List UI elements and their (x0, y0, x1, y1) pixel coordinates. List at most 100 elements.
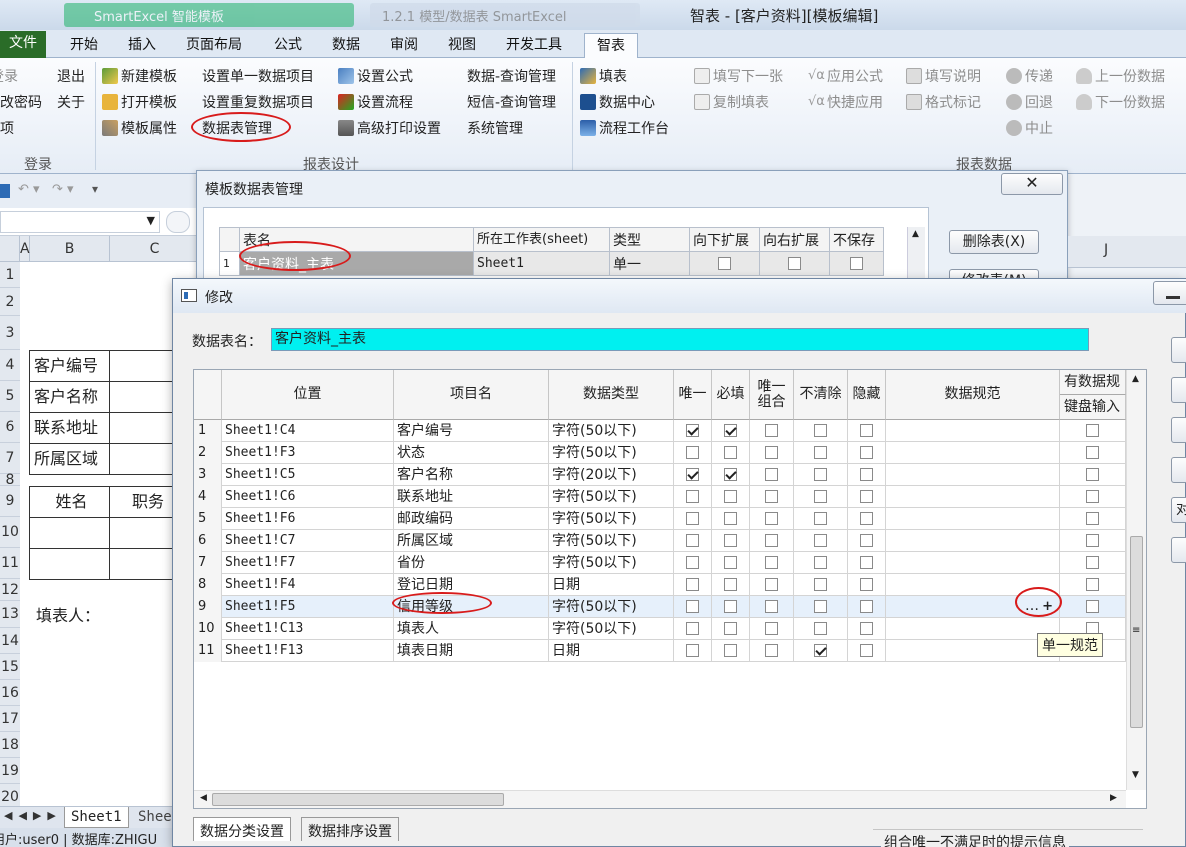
checkbox-cell[interactable] (712, 530, 750, 552)
checkbox-cell[interactable] (848, 574, 886, 596)
tab-data[interactable]: 数据 (324, 33, 368, 58)
table-row[interactable]: 8 Sheet1!F4 登记日期 日期 (194, 574, 1126, 596)
table-row[interactable]: 6 Sheet1!C7 所属区域 字符(50以下) (194, 530, 1126, 552)
column-header-rule[interactable]: 数据规范 (886, 370, 1060, 420)
sheet-cell[interactable]: Sheet1 (473, 251, 610, 276)
column-header-b[interactable]: B (30, 236, 110, 262)
column-header-keyboard-input[interactable]: 键盘输入 (1060, 395, 1126, 420)
about-button[interactable]: 关于 (57, 92, 85, 112)
rule-cell[interactable] (886, 530, 1060, 552)
rule-cell[interactable] (886, 464, 1060, 486)
column-header-required[interactable]: 必填 (712, 370, 750, 420)
column-header-has-rule[interactable]: 有数据规 (1060, 370, 1126, 395)
checkbox[interactable] (724, 533, 737, 547)
checkbox-cell[interactable] (750, 596, 794, 618)
table-row[interactable]: 5 Sheet1!F6 邮政编码 字符(50以下) (194, 508, 1126, 530)
scroll-up-icon[interactable]: ▲ (912, 229, 919, 239)
checkbox[interactable] (686, 643, 699, 657)
table-row[interactable]: 10 Sheet1!C13 填表人 字符(50以下) (194, 618, 1126, 640)
checkbox-cell[interactable] (1060, 508, 1126, 530)
delete-table-button[interactable]: 删除表(X) (949, 230, 1039, 254)
checkbox[interactable] (1086, 445, 1099, 459)
format-mark-button[interactable]: 格式标记 (906, 92, 981, 112)
checkbox-cell[interactable] (674, 420, 712, 442)
checkbox[interactable] (765, 533, 778, 547)
save-icon[interactable] (0, 184, 10, 198)
table-row[interactable]: 11 Sheet1!F13 填表日期 日期 (194, 640, 1126, 662)
checkbox[interactable] (814, 445, 827, 459)
data-type-cell[interactable]: 字符(20以下) (549, 464, 674, 486)
checkbox-cell[interactable] (848, 420, 886, 442)
no-save-cell[interactable] (829, 251, 884, 276)
sheet-tab[interactable]: Shee (138, 809, 172, 825)
position-cell[interactable]: Sheet1!F6 (222, 508, 394, 530)
checkbox-cell[interactable] (794, 442, 848, 464)
checkbox[interactable] (724, 423, 737, 437)
checkbox[interactable] (814, 533, 827, 547)
item-name-cell[interactable]: 填表人 (394, 618, 549, 640)
side-button[interactable] (1171, 417, 1186, 443)
row-header[interactable]: 11 (0, 548, 20, 579)
checkbox[interactable] (1086, 467, 1099, 481)
item-name-cell[interactable]: 状态 (394, 442, 549, 464)
position-cell[interactable]: Sheet1!F7 (222, 552, 394, 574)
checkbox-cell[interactable] (794, 640, 848, 662)
expand-down-cell[interactable] (689, 251, 760, 276)
checkbox[interactable] (788, 257, 801, 270)
column-header-type[interactable]: 数据类型 (549, 370, 674, 420)
hscroll-thumb[interactable] (212, 793, 504, 806)
data-type-cell[interactable]: 字符(50以下) (549, 420, 674, 442)
data-type-cell[interactable]: 字符(50以下) (549, 508, 674, 530)
checkbox-cell[interactable] (794, 618, 848, 640)
checkbox[interactable] (686, 599, 699, 613)
row-header[interactable]: 6 (0, 412, 20, 443)
rule-cell[interactable] (886, 552, 1060, 574)
column-header-unique[interactable]: 唯一 (674, 370, 712, 420)
ellipsis-button[interactable]: … (1025, 596, 1039, 617)
tab-view[interactable]: 视图 (440, 33, 484, 58)
tab-data-sort[interactable]: 数据排序设置 (301, 817, 399, 841)
system-manage-button[interactable]: 系统管理 (467, 118, 523, 138)
checkbox[interactable] (765, 621, 778, 635)
row-header[interactable]: 14 (0, 628, 20, 654)
position-cell[interactable]: Sheet1!C5 (222, 464, 394, 486)
rollback-button[interactable]: 回退 (1006, 92, 1053, 112)
checkbox-cell[interactable] (848, 552, 886, 574)
tab-page-layout[interactable]: 页面布局 (178, 33, 250, 58)
checkbox-cell[interactable] (794, 552, 848, 574)
checkbox[interactable] (686, 533, 699, 547)
item-name-cell[interactable]: 省份 (394, 552, 549, 574)
data-type-cell[interactable]: 日期 (549, 574, 674, 596)
checkbox[interactable] (724, 511, 737, 525)
fill-form-button[interactable]: 填表 (580, 66, 627, 86)
checkbox[interactable] (860, 467, 873, 481)
checkbox[interactable] (686, 621, 699, 635)
rule-cell[interactable] (886, 508, 1060, 530)
checkbox[interactable] (765, 423, 778, 437)
row-header[interactable]: 9 (0, 486, 20, 517)
data-type-cell[interactable]: 日期 (549, 640, 674, 662)
checkbox-cell[interactable] (674, 486, 712, 508)
checkbox-cell[interactable] (750, 464, 794, 486)
checkbox-cell[interactable] (712, 596, 750, 618)
background-window-tab[interactable]: SmartExcel 智能模板 (64, 3, 354, 27)
scroll-left-icon[interactable]: ◀ (200, 793, 207, 803)
checkbox-cell[interactable] (1060, 530, 1126, 552)
next-data-button[interactable]: 下一份数据 (1076, 92, 1165, 112)
position-cell[interactable]: Sheet1!F13 (222, 640, 394, 662)
row-header[interactable]: 12 (0, 579, 20, 601)
checkbox[interactable] (860, 555, 873, 569)
column-header-hidden[interactable]: 隐藏 (848, 370, 886, 420)
table-row[interactable]: 1 客户资料_主表 Sheet1 单一 (219, 251, 884, 276)
checkbox[interactable] (686, 511, 699, 525)
checkbox[interactable] (765, 577, 778, 591)
checkbox[interactable] (860, 511, 873, 525)
scroll-right-icon[interactable]: ▶ (1110, 793, 1117, 803)
customize-qat-icon[interactable]: ▾ (92, 182, 98, 196)
checkbox[interactable] (765, 467, 778, 481)
checkbox[interactable] (724, 467, 737, 481)
checkbox[interactable] (814, 511, 827, 525)
checkbox[interactable] (1086, 533, 1099, 547)
expand-right-cell[interactable] (759, 251, 830, 276)
checkbox-cell[interactable] (794, 508, 848, 530)
